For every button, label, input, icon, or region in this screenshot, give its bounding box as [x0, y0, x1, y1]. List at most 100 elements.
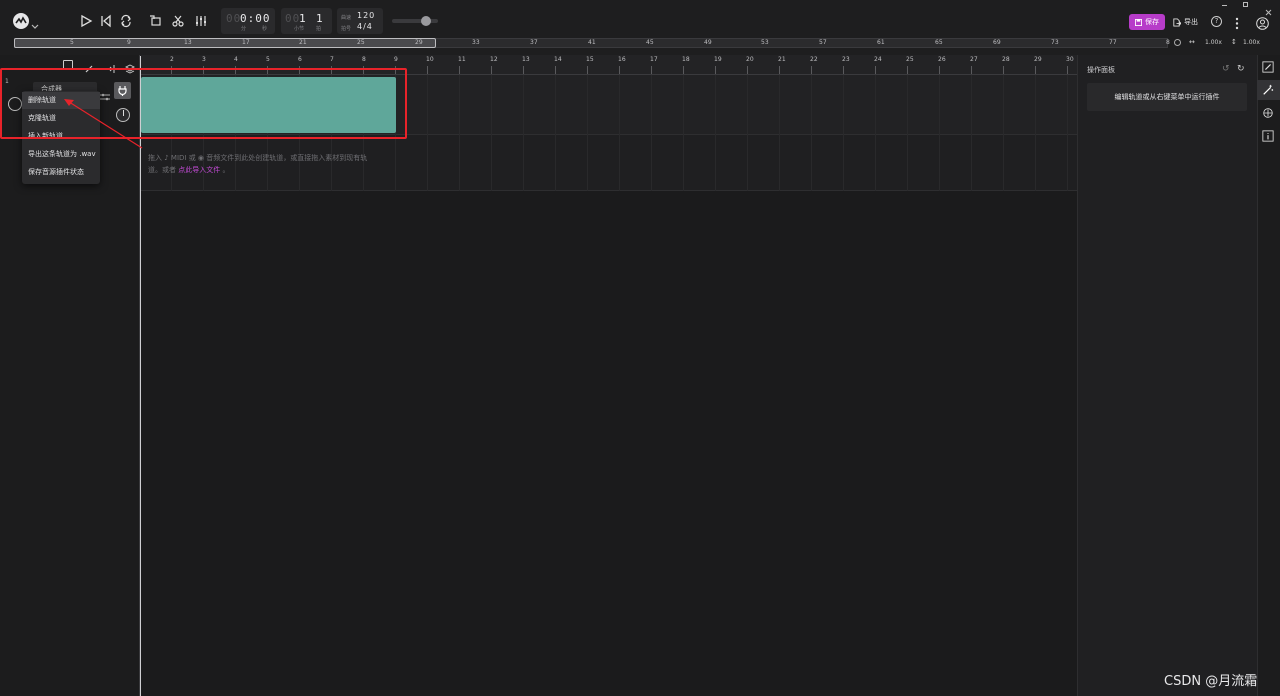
grid-line: [523, 75, 524, 191]
account-icon[interactable]: [1256, 15, 1269, 30]
ruler-bar-number: 29: [1034, 56, 1042, 63]
grid-line: [555, 75, 556, 191]
grid-line: [843, 75, 844, 191]
grid-line: [811, 75, 812, 191]
ruler-tick: [907, 66, 908, 74]
grid-line: [491, 75, 492, 191]
time-unit-min: 分: [241, 26, 247, 32]
ruler-tick: [875, 66, 876, 74]
overview-number: 37: [530, 39, 538, 46]
ruler-tick: [779, 66, 780, 74]
overview-number: 45: [646, 39, 654, 46]
overview-number: 77: [1109, 39, 1117, 46]
maximize-icon[interactable]: [1243, 2, 1248, 7]
ruler-bar-number: 26: [938, 56, 946, 63]
ruler-bar-number: 5: [266, 56, 270, 63]
grid-line: [1003, 75, 1004, 191]
magic-wand-icon[interactable]: [1261, 83, 1275, 97]
ruler-bar-number: 10: [426, 56, 434, 63]
ruler-bar-number: 23: [842, 56, 850, 63]
bar-dim-prefix: 00: [285, 12, 301, 25]
scissors-icon[interactable]: [169, 12, 187, 30]
overview-number: 53: [761, 39, 769, 46]
ruler-bar-number: 17: [650, 56, 658, 63]
overview-number: 5: [70, 39, 74, 46]
grid-line: [683, 75, 684, 191]
redo-icon[interactable]: ↻: [1237, 64, 1245, 74]
grid-line: [907, 75, 908, 191]
meter-label: 拍号: [341, 26, 352, 32]
master-volume-slider[interactable]: [392, 19, 438, 23]
ruler-bar-number: 24: [874, 56, 882, 63]
help-icon[interactable]: ?: [1211, 16, 1222, 27]
overview-number: 65: [935, 39, 943, 46]
grid-line: [747, 75, 748, 191]
ruler-bar-number: 28: [1002, 56, 1010, 63]
undo-icon[interactable]: ↺: [1222, 64, 1230, 74]
minimize-icon[interactable]: [1222, 5, 1227, 6]
time-display: 00 0:00 分 秒: [221, 8, 275, 34]
meter-value[interactable]: 4/4: [357, 22, 373, 31]
more-options-icon[interactable]: [1234, 15, 1240, 30]
overview-viewport[interactable]: [14, 38, 436, 48]
drop-hint-line2-prefix: 道。或者: [148, 166, 176, 174]
tempo-meter-display[interactable]: 曲速 120 拍号 4/4: [337, 8, 383, 34]
loop-icon[interactable]: [117, 12, 135, 30]
play-icon[interactable]: [77, 12, 95, 30]
export-icon: [1173, 17, 1181, 27]
ruler-bar-number: 2: [170, 56, 174, 63]
h-zoom-value: 1.00x: [1205, 39, 1222, 46]
operation-panel-hint-box: 编辑轨道或从右键菜单中运行插件: [1087, 83, 1247, 111]
export-label: 导出: [1184, 18, 1198, 26]
ruler-bar-number: 30: [1066, 56, 1074, 63]
save-button[interactable]: 保存: [1129, 14, 1165, 30]
ruler-tick: [651, 66, 652, 74]
grid-line: [715, 75, 716, 191]
export-button[interactable]: 导出: [1172, 14, 1198, 30]
annotation-arrow: [64, 99, 143, 149]
beat-value: 1: [316, 12, 324, 25]
master-volume-knob[interactable]: [421, 16, 431, 26]
rewind-to-start-icon[interactable]: [97, 12, 115, 30]
h-zoom-arrow-icon[interactable]: ↔: [1189, 38, 1195, 46]
ruler-tick: [715, 66, 716, 74]
import-file-link[interactable]: 点此导入文件: [178, 166, 220, 174]
overview-number: 49: [704, 39, 712, 46]
edit-icon[interactable]: [1261, 60, 1275, 74]
ruler-tick: [843, 66, 844, 74]
ruler-tick: [491, 66, 492, 74]
ruler-bar-number: 4: [234, 56, 238, 63]
overview-number: 69: [993, 39, 1001, 46]
watermark: CSDN @月流霜: [1164, 674, 1258, 689]
ruler-tick: [939, 66, 940, 74]
right-toolbar: [1257, 55, 1280, 696]
ruler-bar-number: 25: [906, 56, 914, 63]
menu-item-save-plugin-state[interactable]: 保存音源插件状态: [22, 164, 100, 181]
bar-beat-display: 00 1 1 小节 拍: [281, 8, 332, 34]
ruler-bar-number: 14: [554, 56, 562, 63]
zoom-clock-icon[interactable]: [1174, 39, 1181, 46]
overview-number: 17: [242, 39, 250, 46]
ruler-bar-number: 12: [490, 56, 498, 63]
ruler-bar-number: 18: [682, 56, 690, 63]
tempo-value[interactable]: 120: [357, 11, 375, 20]
clip-tool-icon[interactable]: [147, 12, 165, 30]
grid-line: [427, 75, 428, 191]
ruler-bar-number: 11: [458, 56, 466, 63]
plugin-connect-icon[interactable]: [1261, 106, 1275, 120]
v-zoom-arrow-icon[interactable]: ↕: [1231, 38, 1237, 46]
grid-line: [1035, 75, 1036, 191]
mixer-icon[interactable]: [192, 12, 210, 30]
grid-line: [875, 75, 876, 191]
overview-number: 25: [357, 39, 365, 46]
ruler-bar-number: 22: [810, 56, 818, 63]
ruler-tick: [1035, 66, 1036, 74]
info-icon[interactable]: [1261, 129, 1275, 143]
ruler-tick: [587, 66, 588, 74]
time-value: 0:00: [240, 12, 271, 25]
grid-line: [939, 75, 940, 191]
close-icon[interactable]: [1265, 1, 1272, 16]
logo-menu-chevron-icon[interactable]: [31, 15, 39, 29]
overview-number: 33: [472, 39, 480, 46]
app-logo-icon[interactable]: [13, 13, 29, 29]
